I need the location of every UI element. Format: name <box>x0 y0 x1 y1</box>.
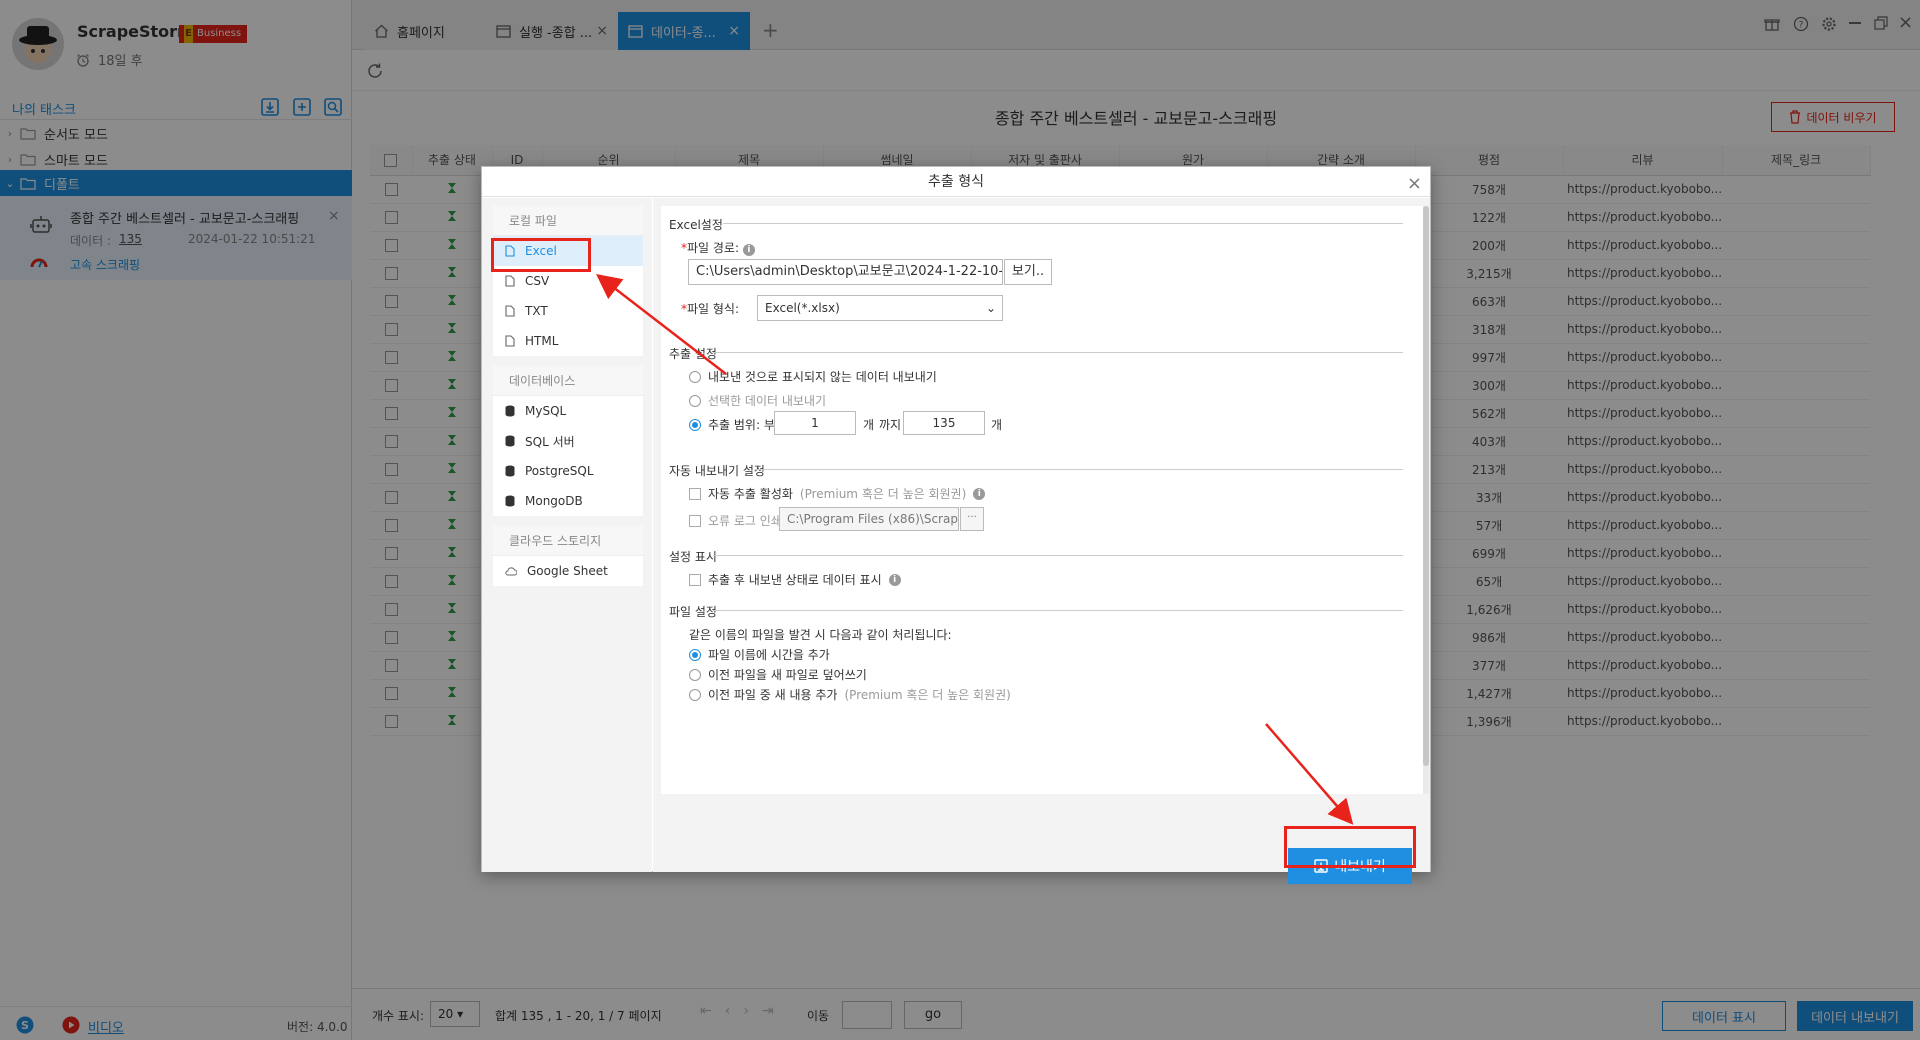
radio-label: 선택한 데이터 내보내기 <box>708 394 827 408</box>
file-path-label: *파일 경로: i <box>681 239 755 256</box>
cloud-label: Google Sheet <box>527 564 608 578</box>
file-format-select[interactable]: Excel(*.xlsx) ⌄ <box>757 295 1003 321</box>
db-mysql[interactable]: MySQL <box>493 396 643 426</box>
range-unit-label: 개 <box>991 418 1003 432</box>
db-label: PostgreSQL <box>525 464 594 478</box>
chevron-down-icon: ⌄ <box>985 301 996 315</box>
format-label: CSV <box>525 274 550 288</box>
checkbox-label: 자동 추출 활성화 <box>708 487 793 501</box>
database-icon <box>505 465 515 477</box>
checkbox-label: 오류 로그 인쇄 <box>708 514 782 528</box>
premium-note: (Premium 혹은 더 높은 회원권) <box>799 487 967 501</box>
vertical-scrollbar[interactable] <box>1423 206 1429 794</box>
cloud-group: 클라우드 스토리지 Google Sheet <box>493 526 643 586</box>
highlight-box-excel <box>491 238 591 272</box>
db-mongodb[interactable]: MongoDB <box>493 486 643 516</box>
range-to-label: 까지 <box>879 418 902 432</box>
dialog-header: 추출 형식 × <box>482 167 1430 197</box>
divider <box>755 469 1403 470</box>
local-file-header: 로컬 파일 <box>493 206 643 236</box>
format-html[interactable]: HTML <box>493 326 643 356</box>
range-unit-label: 개 <box>863 418 875 432</box>
cloud-header: 클라우드 스토리지 <box>493 526 643 556</box>
file-conflict-note: 같은 이름의 파일을 발견 시 다음과 같이 처리됩니다: <box>689 628 952 642</box>
db-postgresql[interactable]: PostgreSQL <box>493 456 643 486</box>
radio-append-time[interactable]: 파일 이름에 시간을 추가 <box>689 646 830 663</box>
divider <box>713 555 1403 556</box>
radio-label: 이전 파일 중 새 내용 추가 <box>708 688 838 702</box>
radio-label: 이전 파일을 새 파일로 덮어쓰기 <box>708 668 867 682</box>
file-format-value: Excel(*.xlsx) <box>765 301 840 315</box>
file-format-label-text: 파일 형식: <box>687 302 740 316</box>
file-path-label-text: 파일 경로: <box>687 241 740 255</box>
auto-export-section-title: 자동 내보내기 설정 <box>669 464 765 478</box>
display-section-title: 설정 표시 <box>669 550 717 564</box>
radio-label: 파일 이름에 시간을 추가 <box>708 648 830 662</box>
display-exported-checkbox[interactable]: 추출 후 내보낸 상태로 데이터 표시 i <box>689 571 901 588</box>
db-label: MySQL <box>525 404 567 418</box>
settings-panel: Excel설정 *파일 경로: i C:\Users\admin\Desktop… <box>653 198 1430 872</box>
dialog-title: 추출 형식 <box>928 174 984 190</box>
excel-section-title: Excel설정 <box>669 218 723 232</box>
db-sqlserver[interactable]: SQL 서버 <box>493 426 643 456</box>
format-label: HTML <box>525 334 559 348</box>
local-file-group: 로컬 파일 Excel CSV TXT HTML <box>493 206 643 356</box>
range-from-input[interactable]: 1 <box>774 411 856 435</box>
database-icon <box>505 435 515 447</box>
extract-section-title: 추출 설정 <box>669 347 717 361</box>
file-path-input[interactable]: C:\Users\admin\Desktop\교보문고\2024-1-22-10… <box>688 259 1003 285</box>
close-icon[interactable]: × <box>1407 169 1422 199</box>
db-label: SQL 서버 <box>525 434 575 449</box>
error-log-path-input[interactable]: C:\Program Files (x86)\ScrapeStorm\ <box>779 507 959 531</box>
format-label: TXT <box>525 304 548 318</box>
radio-append-content[interactable]: 이전 파일 중 새 내용 추가 (Premium 혹은 더 높은 회원권) <box>689 686 1011 703</box>
radio-overwrite[interactable]: 이전 파일을 새 파일로 덮어쓰기 <box>689 666 867 683</box>
highlight-box-export <box>1284 826 1416 868</box>
settings-scroll: Excel설정 *파일 경로: i C:\Users\admin\Desktop… <box>661 206 1429 794</box>
database-header: 데이터베이스 <box>493 366 643 396</box>
radio-export-range[interactable]: 추출 범위: 부터 <box>689 416 786 433</box>
database-group: 데이터베이스 MySQL SQL 서버 PostgreSQL MongoDB <box>493 366 643 516</box>
radio-export-selected[interactable]: 선택한 데이터 내보내기 <box>689 392 826 409</box>
db-label: MongoDB <box>525 494 583 508</box>
browse-button[interactable]: 보기.. <box>1004 259 1052 285</box>
divider <box>723 223 1403 224</box>
range-to-input[interactable]: 135 <box>903 411 985 435</box>
radio-export-unexported[interactable]: 내보낸 것으로 표시되지 않는 데이터 내보내기 <box>689 368 937 385</box>
radio-label: 내보낸 것으로 표시되지 않는 데이터 내보내기 <box>708 370 937 384</box>
premium-note: (Premium 혹은 더 높은 회원권) <box>844 688 1011 702</box>
file-icon <box>505 275 515 287</box>
divider <box>713 352 1403 353</box>
error-log-checkbox[interactable]: 오류 로그 인쇄 <box>689 512 782 529</box>
info-icon: i <box>888 573 901 586</box>
auto-extract-checkbox[interactable]: 자동 추출 활성화 (Premium 혹은 더 높은 회원권) i <box>689 485 986 502</box>
info-icon: i <box>973 487 986 500</box>
file-icon <box>505 335 515 347</box>
format-list: 로컬 파일 Excel CSV TXT HTML 데이터베이스 MySQL SQ… <box>482 198 652 872</box>
error-log-browse-button[interactable]: ··· <box>960 507 984 531</box>
database-icon <box>505 405 515 417</box>
cloud-icon <box>505 566 517 576</box>
file-section-title: 파일 설정 <box>669 605 717 619</box>
checkbox-label: 추출 후 내보낸 상태로 데이터 표시 <box>708 573 882 587</box>
format-txt[interactable]: TXT <box>493 296 643 326</box>
export-format-dialog: 추출 형식 × 로컬 파일 Excel CSV TXT HTML 데이터베이스 … <box>481 166 1431 884</box>
database-icon <box>505 495 515 507</box>
file-format-label: *파일 형식: <box>681 302 740 316</box>
divider <box>713 610 1403 611</box>
info-icon: i <box>742 244 755 256</box>
file-icon <box>505 305 515 317</box>
cloud-google-sheet[interactable]: Google Sheet <box>493 556 643 586</box>
